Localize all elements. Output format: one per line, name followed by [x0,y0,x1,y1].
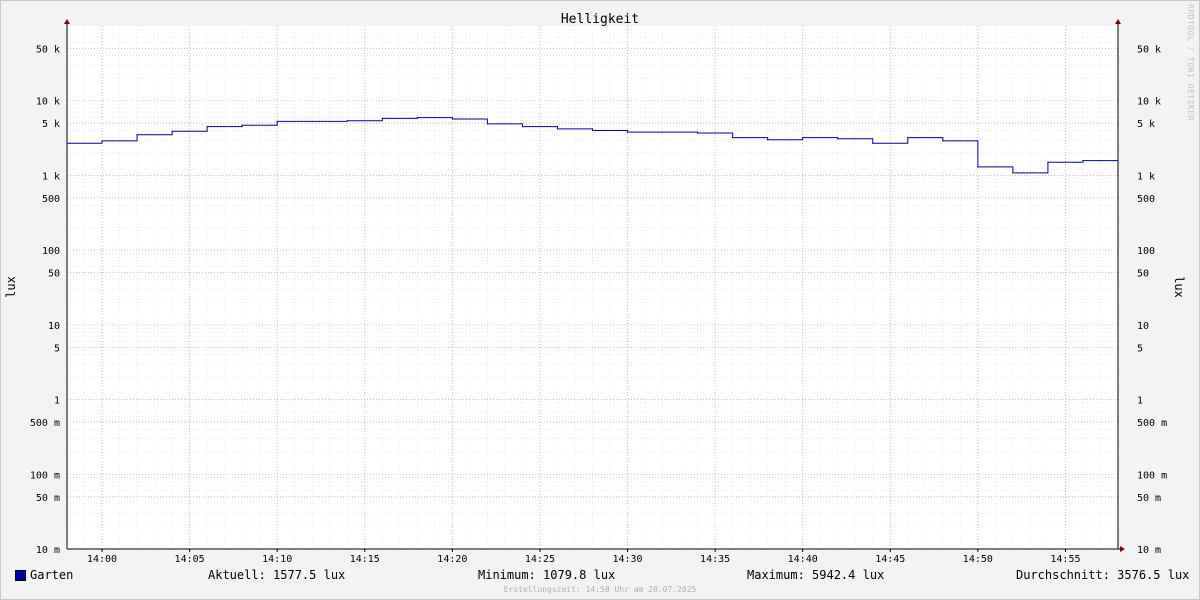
x-tick-label: 14:50 [963,554,993,565]
data-point [661,131,664,133]
legend-swatch-garten [15,570,26,581]
y-tick-label-left: 5 [54,343,60,354]
legend-average: Durchschnitt: 3576.5 lux [1016,568,1190,582]
y-tick-label-left: 10 m [36,545,60,556]
y-tick-label-right: 500 [1137,194,1155,205]
y-tick-label-left: 50 m [36,493,60,504]
x-tick-label: 14:55 [1050,554,1080,565]
y-tick-label-left: 100 [42,246,60,257]
y-tick-label-right: 50 k [1137,44,1161,55]
data-point [206,126,208,128]
y-tick-label-left: 10 [48,321,60,332]
data-point [1047,161,1049,163]
chart-title: Helligkeit [561,12,639,27]
data-point [381,117,383,119]
y-tick-label-right: 50 [1137,269,1149,280]
data-point [626,131,629,133]
x-tick-label: 14:45 [875,554,905,565]
data-point [837,138,839,140]
data-point [977,166,979,168]
x-tick-label: 14:20 [437,554,467,565]
y-tick-label-right: 50 m [1137,493,1161,504]
x-tick-label: 14:00 [87,554,117,565]
data-point [66,142,68,144]
brightness-chart: 50 k 50 k 10 k 10 k 5 k 5 k 1 k 1 k 500 500 100 100… [4,12,1186,565]
y-tick-label-right: 10 m [1137,545,1161,556]
data-point [451,118,453,120]
y-tick-label-left: 50 k [36,44,60,55]
x-axis-arrow [1120,546,1125,552]
y-tick-label-right: 5 [1137,343,1143,354]
data-point [521,126,524,128]
y-tick-label-right: 1 k [1137,171,1155,182]
rrdtool-watermark: RRDTOOL / TOBI OETIKER [1186,4,1195,121]
data-point [101,140,103,142]
data-point [556,128,559,130]
y-tick-label-left: 1 [54,396,60,407]
x-tick-label: 14:05 [175,554,205,565]
y-tick-label-left: 500 [42,194,60,205]
legend-series-name: Garten [30,568,74,582]
y-tick-label-left: 5 k [42,119,60,130]
data-point [171,130,173,132]
data-point [241,124,243,126]
data-point [591,129,594,132]
data-point [802,137,804,139]
y-tick-label-left: 10 k [36,97,60,108]
data-point [697,132,699,134]
legend-minimum: Minimum: 1079.8 lux [478,568,616,582]
data-point [1082,160,1084,162]
y-tick-label-right: 500 m [1137,418,1167,429]
data-point [346,120,348,122]
y-tick-label-right: 1 [1137,396,1143,407]
x-tick-label: 14:40 [788,554,818,565]
y-tick-label-right: 100 [1137,246,1155,257]
data-point [416,117,418,119]
y-axis-label-left: lux [4,276,18,298]
y-tick-label-left: 100 m [30,470,60,481]
data-point [767,139,769,141]
data-point [136,134,138,136]
data-point [732,137,734,139]
data-point [1012,172,1014,174]
data-point [486,123,488,125]
data-point [907,137,909,139]
data-point [872,142,874,144]
y-tick-label-left: 500 m [30,418,60,429]
y-tick-label-right: 100 m [1137,470,1167,481]
legend-current: Aktuell: 1577.5 lux [208,568,346,582]
x-tick-label: 14:15 [350,554,380,565]
data-point [942,140,944,142]
y-axis-arrow-right [1115,19,1121,24]
y-tick-label-right: 10 [1137,321,1149,332]
x-tick-label: 14:35 [700,554,730,565]
y-axis-label-right: lux [1172,276,1186,298]
y-tick-label-left: 50 [48,269,60,280]
x-tick-label: 14:25 [525,554,555,565]
y-tick-label-right: 10 k [1137,97,1161,108]
x-tick-label: 14:30 [612,554,642,565]
x-tick-label: 14:10 [262,554,292,565]
grid [66,26,1119,550]
data-point [311,120,313,122]
legend-maximum: Maximum: 5942.4 lux [747,568,885,582]
y-tick-label-right: 5 k [1137,119,1155,130]
y-tick-label-left: 1 k [42,171,60,182]
y-axis-arrow-left [64,19,70,24]
creation-time-note: Erstellungszeit: 14:58 Uhr am 28.07.2025 [503,585,697,594]
data-point [276,120,278,122]
